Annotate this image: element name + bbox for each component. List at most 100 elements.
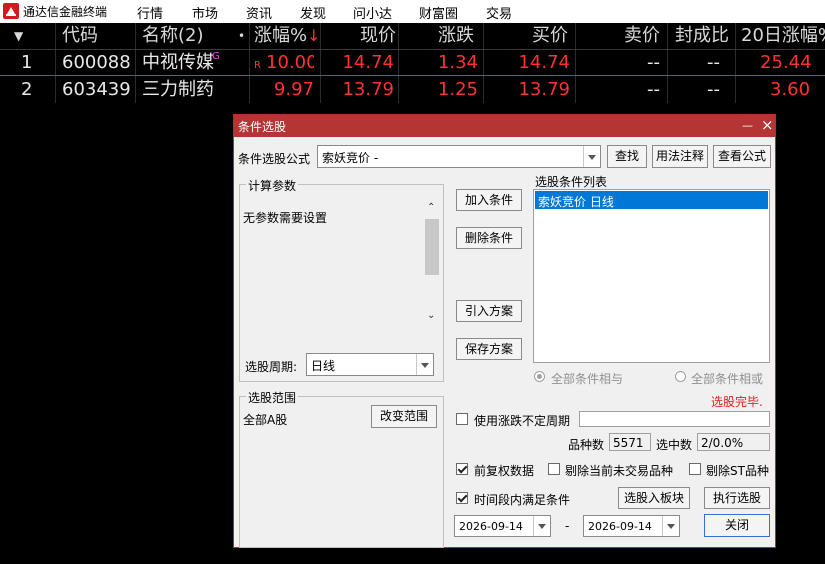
count-value: 5571 [613, 436, 644, 450]
time-range-checkbox[interactable] [456, 492, 468, 504]
dialog-titlebar[interactable]: 条件选股 — × [234, 115, 775, 137]
row-change: 1.34 [437, 52, 478, 73]
condition-screener-dialog: 条件选股 — × 条件选股公式 索妖竞价 - 查找 用法注释 查看公式 计算参数… [233, 114, 776, 548]
scope-value: 全部A股 [243, 413, 288, 427]
view-formula-button[interactable]: 查看公式 [713, 145, 771, 168]
hit-value: 2/0.0% [701, 436, 744, 450]
row-code: 603439 [62, 79, 131, 100]
header-bid[interactable]: 买价 [532, 23, 568, 49]
save-plan-button[interactable]: 保存方案 [456, 338, 522, 360]
params-text: 无参数需要设置 [243, 211, 328, 225]
formula-select-value: 索妖竞价 - [322, 151, 379, 165]
list-item[interactable]: 索妖竞价 日线 [535, 191, 768, 209]
row-name: 三力制药 [142, 79, 214, 100]
add-condition-button[interactable]: 加入条件 [456, 189, 522, 211]
status-text: 选股完毕. [711, 395, 763, 409]
radio-and[interactable] [534, 371, 545, 382]
add-to-board-button[interactable]: 选股入板块 [618, 487, 690, 509]
header-seal-ratio[interactable]: 封成比 [675, 23, 729, 49]
row-price: 14.74 [342, 52, 394, 73]
close-icon[interactable]: × [761, 116, 774, 134]
exclude-st-label: 剔除ST品种 [706, 464, 769, 478]
count-label: 品种数 [568, 438, 605, 452]
table-row[interactable]: 1 600088 中视传媒 G R 10.00 14.74 1.34 14.74… [0, 50, 825, 76]
period-select[interactable]: 日线 [306, 353, 434, 376]
row-seal-ratio: -- [707, 52, 720, 73]
conditions-list[interactable]: 索妖竞价 日线 [533, 189, 770, 363]
date-to-value: 2026-09-14 [588, 520, 652, 533]
menu-bar: 通达信金融终端 行情 市场 资讯 发现 问小达 财富圈 交易 [0, 0, 825, 24]
scroll-down-icon[interactable]: ⌄ [427, 310, 435, 321]
menu-item-markets[interactable]: 市场 [192, 3, 218, 22]
params-scrollbar[interactable]: ⌃ ⌄ [424, 202, 440, 328]
date-to-picker[interactable]: 2026-09-14 [583, 515, 680, 537]
menu-item-discover[interactable]: 发现 [300, 3, 326, 22]
row-pct20: 25.44 [760, 52, 812, 73]
params-group: 计算参数 无参数需要设置 ⌃ ⌄ 选股周期: 日线 [239, 177, 444, 382]
app-title: 通达信金融终端 [23, 5, 108, 19]
date-from-picker[interactable]: 2026-09-14 [454, 515, 551, 537]
usage-notes-button[interactable]: 用法注释 [652, 145, 708, 168]
row-selection-line [0, 75, 825, 76]
row-ask: -- [647, 52, 660, 73]
scroll-thumb[interactable] [425, 219, 439, 275]
close-button[interactable]: 关闭 [704, 514, 770, 537]
row-index: 2 [21, 79, 33, 100]
pre-adjust-checkbox[interactable] [456, 463, 468, 475]
delete-condition-button[interactable]: 删除条件 [456, 227, 522, 249]
dialog-title: 条件选股 [238, 120, 287, 134]
header-name[interactable]: 名称(2) [142, 23, 204, 49]
header-change[interactable]: 涨跌 [438, 23, 474, 49]
row-bid: 14.74 [518, 52, 570, 73]
header-code[interactable]: 代码 [62, 23, 98, 49]
radio-or-label: 全部条件相或 [691, 372, 764, 386]
pre-adjust-label: 前复权数据 [474, 464, 535, 478]
uncertain-period-input[interactable] [579, 411, 770, 427]
table-header: ▼ 代码 名称(2) • 涨幅% ↓ 现价 涨跌 买价 卖价 封成比 20日涨幅… [0, 23, 825, 50]
time-range-label: 时间段内满足条件 [474, 493, 571, 507]
exclude-untraded-checkbox[interactable] [548, 463, 560, 475]
row-price: 13.79 [342, 79, 394, 100]
chevron-down-icon [583, 146, 600, 167]
menu-item-wealth[interactable]: 财富圈 [419, 3, 458, 22]
change-scope-button[interactable]: 改变范围 [371, 405, 437, 428]
hit-label: 选中数 [656, 438, 693, 452]
conditions-label: 选股条件列表 [535, 175, 608, 189]
import-plan-button[interactable]: 引入方案 [456, 300, 522, 322]
app-logo-icon [3, 3, 19, 19]
row-pct: 9.97 [273, 79, 314, 100]
scroll-up-icon[interactable]: ⌃ [427, 202, 435, 213]
chevron-down-icon [416, 354, 433, 375]
menu-item-news[interactable]: 资讯 [246, 3, 272, 22]
minimize-icon[interactable]: — [742, 119, 753, 132]
uncertain-period-label: 使用涨跌不定周期 [474, 414, 571, 428]
header-name-dot-icon: • [238, 29, 246, 43]
uncertain-period-checkbox[interactable] [456, 413, 468, 425]
row-bid: 13.79 [518, 79, 570, 100]
execute-button[interactable]: 执行选股 [704, 487, 770, 509]
row-badge: G [212, 51, 220, 62]
header-pct20[interactable]: 20日涨幅% [741, 23, 825, 49]
period-label: 选股周期: [245, 360, 298, 374]
header-price[interactable]: 现价 [360, 23, 396, 49]
header-ask[interactable]: 卖价 [624, 23, 660, 49]
find-button[interactable]: 查找 [607, 145, 647, 168]
list-item-label: 索妖竞价 日线 [538, 195, 614, 209]
menu-item-ask[interactable]: 问小达 [353, 3, 392, 22]
radio-or[interactable] [675, 371, 686, 382]
date-separator: - [565, 519, 570, 533]
exclude-st-checkbox[interactable] [689, 463, 701, 475]
chevron-down-icon [662, 516, 679, 536]
formula-select[interactable]: 索妖竞价 - [317, 145, 601, 168]
menu-item-trade[interactable]: 交易 [486, 3, 512, 22]
row-index: 1 [21, 52, 33, 73]
menu-item-market[interactable]: 行情 [137, 3, 163, 22]
sort-desc-icon: ↓ [307, 26, 321, 45]
period-select-value: 日线 [311, 359, 336, 373]
quote-table: ▼ 代码 名称(2) • 涨幅% ↓ 现价 涨跌 买价 卖价 封成比 20日涨幅… [0, 23, 825, 103]
header-sort-icon[interactable]: ▼ [14, 23, 23, 49]
date-from-value: 2026-09-14 [459, 520, 523, 533]
row-seal-ratio: -- [707, 79, 720, 100]
header-pct[interactable]: 涨幅% [254, 23, 307, 49]
table-row[interactable]: 2 603439 三力制药 9.97 13.79 1.25 13.79 -- -… [0, 77, 825, 103]
